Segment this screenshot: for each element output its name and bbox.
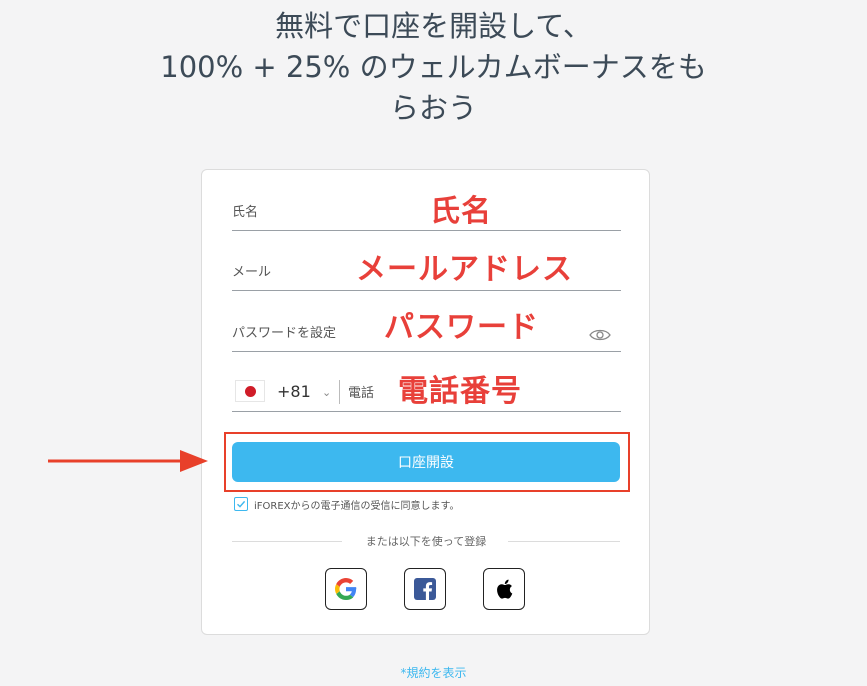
consent-row[interactable]: iFOREXからの電子通信の受信に同意します。 xyxy=(234,496,460,512)
annotation-password: パスワード xyxy=(384,310,539,345)
google-icon xyxy=(335,578,357,600)
headline-line-2: 100% + 25% のウェルカムボーナスをも xyxy=(160,50,707,84)
social-divider: または以下を使って登録 xyxy=(232,533,620,549)
annotation-phone: 電話番号 xyxy=(398,374,522,409)
japan-flag-icon[interactable] xyxy=(235,380,265,402)
apple-icon xyxy=(497,579,513,599)
terms-link[interactable]: *規約を表示 xyxy=(0,664,867,681)
google-signup-button[interactable] xyxy=(325,568,367,610)
consent-label: iFOREXからの電子通信の受信に同意します。 xyxy=(254,500,460,512)
email-field-label: メール xyxy=(232,265,272,280)
name-field-label: 氏名 xyxy=(232,205,259,220)
phone-field-label: 電話 xyxy=(348,386,375,401)
divider-text: または以下を使って登録 xyxy=(365,535,487,548)
dial-code-separator xyxy=(339,380,340,404)
check-icon xyxy=(237,500,246,508)
name-field[interactable]: 氏名 xyxy=(232,187,621,231)
eye-icon[interactable] xyxy=(589,328,611,342)
page-headline: 無料で口座を開設して、 100% + 25% のウェルカムボーナスをも らおう xyxy=(0,6,867,129)
chevron-down-icon[interactable]: ⌄ xyxy=(322,386,331,399)
annotation-name: 氏名 xyxy=(430,194,492,229)
headline-line-3: らおう xyxy=(389,91,477,125)
annotation-email: メールアドレス xyxy=(356,252,573,287)
headline-line-1: 無料で口座を開設して、 xyxy=(275,9,592,43)
open-account-button[interactable]: 口座開設 xyxy=(232,442,620,482)
annotation-arrow-icon xyxy=(48,450,208,472)
apple-signup-button[interactable] xyxy=(483,568,525,610)
facebook-icon xyxy=(414,578,436,600)
facebook-signup-button[interactable] xyxy=(404,568,446,610)
dial-code-select[interactable]: +81 xyxy=(277,382,311,401)
consent-checkbox[interactable] xyxy=(234,497,248,511)
password-field-label: パスワードを設定 xyxy=(232,326,337,341)
